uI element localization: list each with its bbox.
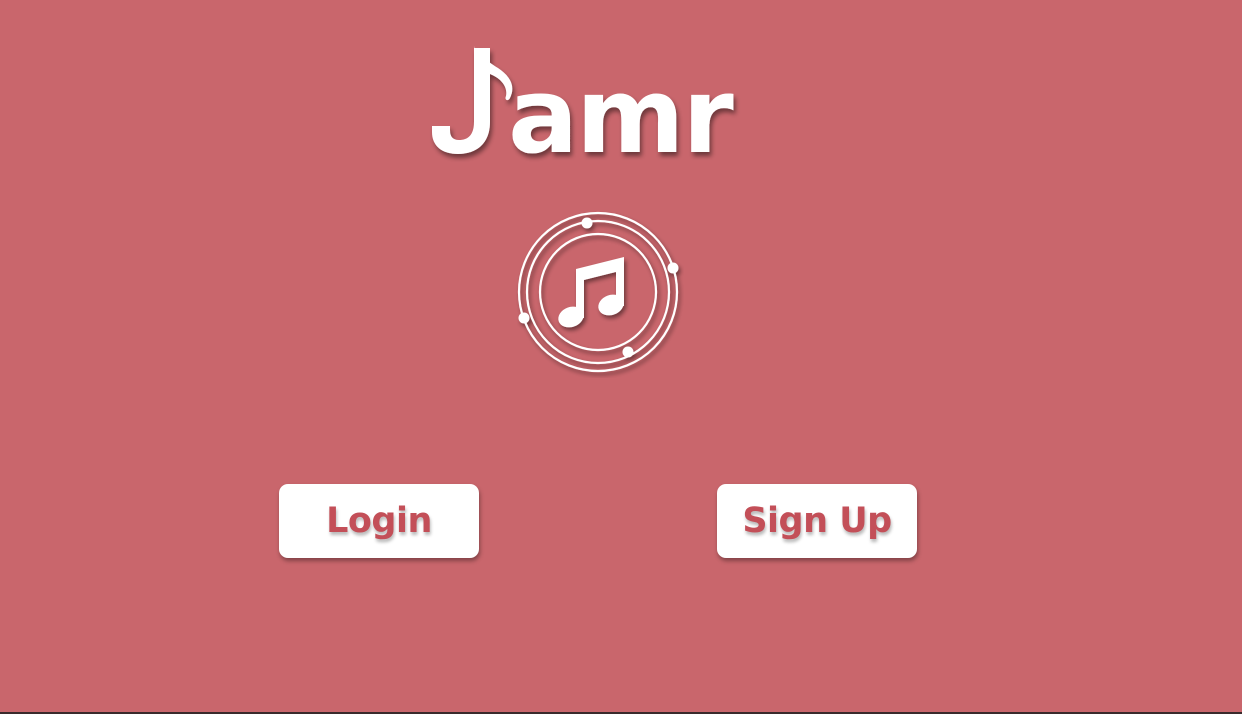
logo-text: amr <box>508 55 734 170</box>
app-logo: amr <box>428 40 758 170</box>
login-button[interactable]: Login <box>279 484 479 558</box>
music-notes-orbit-icon <box>512 206 684 378</box>
logo-svg: amr <box>432 46 736 170</box>
signup-button[interactable]: Sign Up <box>717 484 917 558</box>
music-note-j-icon <box>432 46 513 154</box>
